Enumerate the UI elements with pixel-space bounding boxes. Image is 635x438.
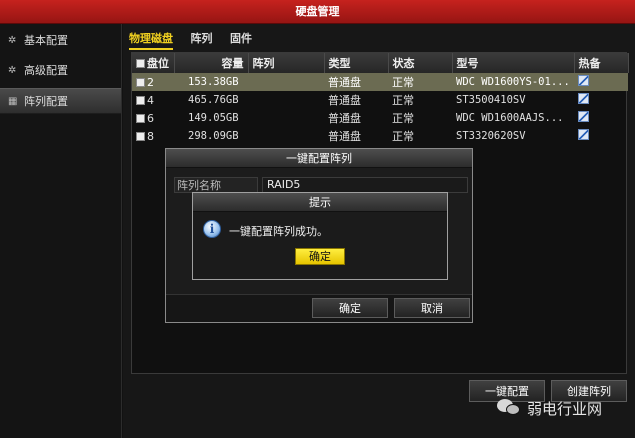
table-row[interactable]: 2 153.38GB 普通盘 正常 WDC WD1600YS-01...	[132, 73, 628, 91]
table-row[interactable]: 8 298.09GB 普通盘 正常 ST3320620SV	[132, 127, 628, 145]
cell-hot-spare[interactable]	[574, 109, 628, 127]
header-slot[interactable]: 盘位	[132, 53, 175, 73]
header-capacity: 容量	[174, 53, 249, 73]
cell-hot-spare[interactable]	[574, 91, 628, 109]
array-name-field: 阵列名称 RAID5	[174, 177, 470, 193]
prompt-dialog: 提示 i 一键配置阵列成功。 确定	[192, 192, 448, 280]
table-row[interactable]: 6 149.05GB 普通盘 正常 WDC WD1600AAJS...	[132, 109, 628, 127]
prompt-message: 一键配置阵列成功。	[229, 225, 328, 238]
cell-array	[248, 109, 324, 127]
cell-model: WDC WD1600AAJS...	[456, 112, 564, 124]
cell-slot[interactable]: 4	[132, 91, 174, 109]
edit-icon[interactable]	[578, 93, 589, 104]
tab-physical-disk[interactable]: 物理磁盘	[129, 30, 173, 50]
row-checkbox[interactable]	[136, 77, 145, 87]
grid-icon: ▦	[8, 96, 18, 107]
header-status: 状态	[388, 53, 453, 73]
sidebar-item-label: 基本配置	[24, 34, 68, 47]
tab-array[interactable]: 阵列	[191, 30, 213, 48]
prompt-ok-button[interactable]: 确定	[295, 248, 345, 265]
cell-status: 正常	[392, 112, 414, 125]
sidebar: ✲ 基本配置 ✲ 高级配置 ▦ 阵列配置	[0, 24, 122, 438]
info-icon: i	[203, 220, 221, 238]
cell-model: WDC WD1600YS-01...	[452, 73, 574, 91]
window-title: 硬盘管理	[0, 0, 635, 24]
cell-array	[248, 91, 324, 109]
sidebar-item-basic-config[interactable]: ✲ 基本配置	[0, 28, 121, 54]
cell-capacity: 298.09GB	[188, 130, 239, 142]
sidebar-item-array-config[interactable]: ▦ 阵列配置	[0, 88, 121, 114]
watermark-text: 弱电行业网	[527, 400, 603, 418]
tab-bar: 物理磁盘 阵列 固件	[129, 30, 266, 50]
select-all-checkbox[interactable]	[136, 59, 145, 68]
cell-slot[interactable]: 8	[132, 127, 174, 145]
cell-slot[interactable]: 6	[132, 109, 174, 127]
cell-array	[248, 73, 324, 91]
cell-type: 普通盘	[324, 73, 388, 91]
dialog-footer: 确定 取消	[166, 294, 472, 322]
edit-icon[interactable]	[578, 75, 589, 86]
edit-icon[interactable]	[578, 111, 589, 122]
cell-capacity: 465.76GB	[188, 94, 239, 106]
cell-type: 普通盘	[328, 94, 361, 107]
header-array: 阵列	[248, 53, 325, 73]
cell-model: ST3320620SV	[456, 130, 526, 142]
cell-status: 正常	[392, 130, 414, 143]
wechat-icon	[497, 399, 521, 417]
array-name-label: 阵列名称	[174, 177, 258, 193]
prompt-title: 提示	[193, 193, 447, 212]
cell-model: ST3500410SV	[456, 94, 526, 106]
cell-array	[248, 127, 324, 145]
cell-capacity: 153.38GB	[174, 73, 248, 91]
header-hot-spare: 热备	[574, 53, 629, 73]
cell-capacity: 149.05GB	[188, 112, 239, 124]
edit-icon[interactable]	[578, 129, 589, 140]
row-checkbox[interactable]	[136, 131, 145, 141]
sidebar-item-label: 高级配置	[24, 64, 68, 77]
dialog-title: 一键配置阵列	[166, 149, 472, 168]
table-header-row: 盘位 容量 阵列 类型 状态 型号 热备	[132, 53, 629, 73]
cancel-button[interactable]: 取消	[394, 298, 470, 318]
cell-status: 正常	[388, 73, 452, 91]
cell-hot-spare[interactable]	[574, 127, 628, 145]
cell-status: 正常	[392, 94, 414, 107]
cell-type: 普通盘	[328, 112, 361, 125]
row-checkbox[interactable]	[136, 113, 145, 123]
row-checkbox[interactable]	[136, 95, 145, 105]
header-model: 型号	[452, 53, 575, 73]
gear-icon: ✲	[8, 65, 17, 76]
tab-firmware[interactable]: 固件	[230, 30, 252, 48]
cell-slot[interactable]: 2	[132, 73, 174, 91]
cell-type: 普通盘	[328, 130, 361, 143]
table-row[interactable]: 4 465.76GB 普通盘 正常 ST3500410SV	[132, 91, 628, 109]
gear-icon: ✲	[8, 35, 17, 46]
header-type: 类型	[324, 53, 389, 73]
sidebar-item-advanced-config[interactable]: ✲ 高级配置	[0, 58, 121, 84]
confirm-button[interactable]: 确定	[312, 298, 388, 318]
array-name-input[interactable]: RAID5	[262, 177, 468, 193]
cell-hot-spare[interactable]	[574, 73, 628, 91]
sidebar-item-label: 阵列配置	[24, 95, 68, 108]
